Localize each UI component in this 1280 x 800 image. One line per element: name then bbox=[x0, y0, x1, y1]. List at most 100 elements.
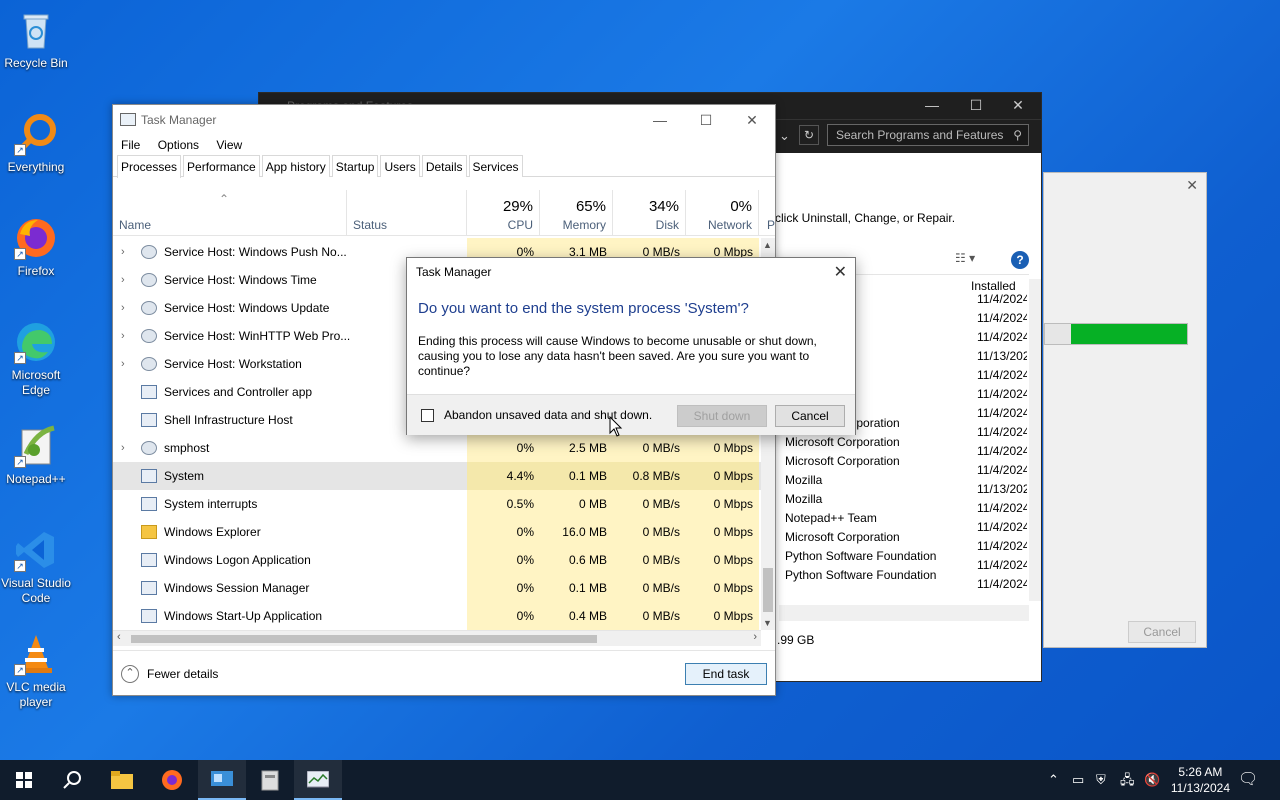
publisher-cell[interactable]: Microsoft Corporation bbox=[785, 433, 936, 452]
uninstall-progress-window[interactable]: ✕ Cancel bbox=[1043, 172, 1207, 648]
table-row[interactable]: Windows Logon Application 0% 0.6 MB 0 MB/s 0… bbox=[113, 546, 761, 574]
table-row[interactable]: System interrupts 0.5% 0 MB 0 MB/s 0 Mbps bbox=[113, 490, 761, 518]
show-hidden-icons-chevron[interactable]: ⌃ bbox=[1048, 760, 1059, 800]
publisher-cell[interactable]: Microsoft Corporation bbox=[785, 452, 936, 471]
close-icon[interactable]: ✕ bbox=[1186, 177, 1198, 194]
expand-chevron-icon[interactable]: › bbox=[121, 350, 125, 378]
installed-date-cell: 11/4/2024 bbox=[977, 520, 1027, 534]
shut-down-button[interactable]: Shut down bbox=[677, 405, 767, 427]
expand-chevron-icon[interactable]: › bbox=[121, 238, 125, 266]
cancel-button[interactable]: Cancel bbox=[775, 405, 845, 427]
system-clock[interactable]: 5:26 AM 11/13/2024 bbox=[1171, 764, 1230, 796]
abandon-data-checkbox[interactable] bbox=[421, 409, 434, 422]
publisher-cell[interactable]: Python Software Foundation bbox=[785, 566, 936, 585]
table-row[interactable]: › smphost 0% 2.5 MB 0 MB/s 0 Mbps bbox=[113, 434, 761, 462]
tray-security-alert-icon[interactable]: ⛨ bbox=[1096, 760, 1106, 800]
scroll-down-icon[interactable]: ▼ bbox=[763, 618, 772, 628]
tab-processes[interactable]: Processes bbox=[117, 155, 182, 178]
task-manager-taskbar-icon[interactable] bbox=[294, 760, 342, 800]
view-options-icon[interactable]: ☷ ▾ bbox=[955, 251, 975, 265]
column-memory[interactable]: 65% Memory bbox=[540, 190, 613, 236]
tab-services[interactable]: Services bbox=[468, 155, 523, 177]
table-row[interactable]: Windows Start-Up Application 0% 0.4 MB 0 MB… bbox=[113, 602, 761, 630]
table-row[interactable]: Windows Explorer 0% 16.0 MB 0 MB/s 0 Mbps bbox=[113, 518, 761, 546]
programs-horizontal-scrollbar[interactable] bbox=[779, 605, 1029, 621]
desktop-icon-edge[interactable]: ↗ Microsoft Edge bbox=[0, 320, 74, 398]
tab-details[interactable]: Details bbox=[421, 155, 467, 177]
desktop-icon-vscode[interactable]: ↗ Visual Studio Code bbox=[0, 528, 74, 606]
publisher-cell[interactable]: Mozilla bbox=[785, 471, 936, 490]
menu-options[interactable]: Options bbox=[158, 138, 199, 152]
task-manager-title-bar[interactable]: Task Manager — ☐ ✕ bbox=[113, 105, 775, 135]
minimize-icon[interactable]: — bbox=[637, 105, 683, 135]
maximize-icon[interactable]: ☐ bbox=[683, 105, 729, 135]
memory-cell: 0.4 MB bbox=[540, 602, 613, 630]
end-task-button[interactable]: End task bbox=[685, 663, 767, 685]
publisher-cell[interactable]: Microsoft Corporation bbox=[785, 528, 936, 547]
column-power-label: P bbox=[767, 218, 776, 232]
expand-chevron-icon[interactable]: › bbox=[121, 322, 125, 350]
desktop-icon-notepad-plus-plus[interactable]: ↗ Notepad++ bbox=[0, 424, 74, 487]
volume-muted-icon[interactable]: 🔇 bbox=[1144, 760, 1160, 800]
control-panel-icon[interactable] bbox=[198, 760, 246, 800]
firefox-icon[interactable] bbox=[148, 760, 196, 800]
column-status[interactable]: Status bbox=[347, 190, 467, 236]
scroll-right-icon[interactable]: › bbox=[753, 631, 757, 643]
tab-users[interactable]: Users bbox=[380, 155, 420, 177]
publisher-cell[interactable]: Notepad++ Team bbox=[785, 509, 936, 528]
close-icon[interactable]: ✕ bbox=[834, 262, 847, 282]
close-icon[interactable]: ✕ bbox=[1003, 97, 1033, 114]
menu-file[interactable]: File bbox=[121, 138, 140, 152]
dropdown-chevron-icon[interactable]: ⌄ bbox=[779, 128, 790, 144]
expand-chevron-icon[interactable]: › bbox=[121, 266, 125, 294]
scrollbar-thumb[interactable] bbox=[131, 635, 597, 643]
tab-performance[interactable]: Performance bbox=[183, 155, 260, 177]
process-window-icon bbox=[141, 385, 157, 399]
desktop-icon-recycle-bin[interactable]: Recycle Bin bbox=[0, 8, 74, 71]
expand-chevron-icon[interactable]: › bbox=[121, 294, 125, 322]
network-icon[interactable]: 🖧 bbox=[1120, 760, 1135, 800]
end-process-dialog[interactable]: Task Manager ✕ Do you want to end the sy… bbox=[406, 257, 856, 435]
search-placeholder: Search Programs and Features bbox=[836, 128, 1004, 142]
tab-startup[interactable]: Startup bbox=[331, 155, 379, 177]
close-icon[interactable]: ✕ bbox=[729, 105, 775, 135]
menu-bar: File Options View bbox=[113, 135, 775, 155]
column-name[interactable]: ⌃ Name bbox=[113, 190, 347, 236]
maximize-icon[interactable]: ☐ bbox=[961, 97, 991, 114]
fewer-details-link[interactable]: Fewer details bbox=[147, 667, 218, 681]
help-icon[interactable]: ? bbox=[1011, 251, 1029, 269]
collapse-chevron-icon[interactable]: ⌃ bbox=[121, 665, 139, 683]
programs-vertical-scrollbar[interactable] bbox=[1029, 279, 1041, 601]
publisher-cell[interactable]: Python Software Foundation bbox=[785, 547, 936, 566]
cancel-button[interactable]: Cancel bbox=[1128, 621, 1196, 643]
publisher-cell[interactable]: Mozilla bbox=[785, 490, 936, 509]
refresh-icon[interactable]: ↻ bbox=[799, 125, 819, 145]
column-power[interactable]: P bbox=[759, 190, 775, 236]
desktop-icon-vlc[interactable]: ↗ VLC media player bbox=[0, 632, 74, 710]
notifications-icon[interactable]: 🗨 bbox=[1238, 760, 1258, 800]
programs-search-input[interactable]: Search Programs and Features ⚲ bbox=[827, 124, 1029, 146]
desktop-icon-everything[interactable]: ↗ Everything bbox=[0, 112, 74, 175]
installer-icon[interactable] bbox=[246, 760, 294, 800]
scrollbar-thumb[interactable] bbox=[763, 568, 773, 612]
menu-view[interactable]: View bbox=[216, 138, 242, 152]
expand-chevron-icon[interactable]: › bbox=[121, 434, 125, 462]
network-total: 0% bbox=[730, 198, 752, 215]
column-cpu[interactable]: 29% CPU bbox=[467, 190, 540, 236]
minimize-icon[interactable]: — bbox=[917, 97, 947, 113]
desktop-icon-firefox[interactable]: ↗ Firefox bbox=[0, 216, 74, 279]
table-row[interactable]: Windows Session Manager 0% 0.1 MB 0 MB/s 0 M… bbox=[113, 574, 761, 602]
programs-total-size: .99 GB bbox=[777, 633, 815, 647]
scroll-up-icon[interactable]: ▲ bbox=[763, 240, 772, 250]
table-row[interactable]: System 4.4% 0.1 MB 0.8 MB/s 0 Mbps bbox=[113, 462, 761, 490]
start-windows-icon[interactable] bbox=[0, 760, 48, 800]
column-disk[interactable]: 34% Disk bbox=[613, 190, 686, 236]
process-horizontal-scrollbar[interactable]: ‹ › bbox=[113, 630, 761, 646]
file-explorer-icon[interactable] bbox=[98, 760, 146, 800]
column-network[interactable]: 0% Network bbox=[686, 190, 759, 236]
search-icon[interactable] bbox=[48, 760, 96, 800]
tab-app-history[interactable]: App history bbox=[261, 155, 330, 177]
tray-device-icon[interactable]: ▭ bbox=[1072, 760, 1084, 800]
process-name: Service Host: Windows Push No... bbox=[164, 245, 347, 259]
scroll-left-icon[interactable]: ‹ bbox=[117, 631, 121, 643]
